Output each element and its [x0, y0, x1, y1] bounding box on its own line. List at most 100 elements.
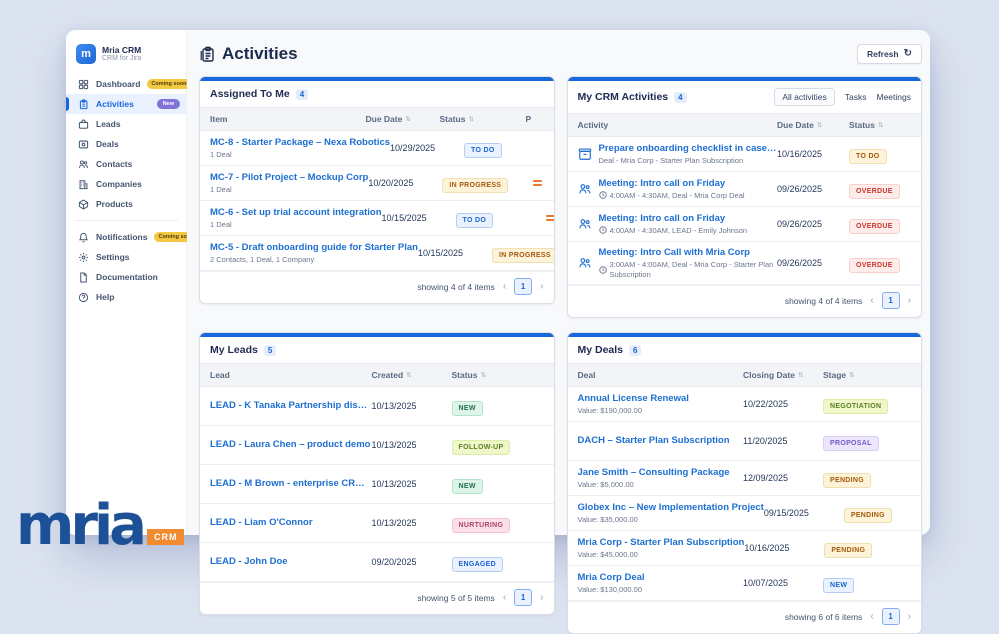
created-date: 10/13/2025	[372, 401, 452, 411]
activity-link[interactable]: Meeting: Intro Call with Mria Corp	[599, 247, 778, 259]
closing-date: 10/16/2025	[744, 543, 824, 553]
column-stage[interactable]: Stage⇅	[823, 370, 911, 380]
stage-badge: PENDING	[823, 473, 871, 488]
gear-icon	[78, 252, 89, 263]
sidebar-item-label: Deals	[96, 139, 119, 149]
deal-link[interactable]: DACH – Starter Plan Subscription	[578, 435, 744, 447]
panel-footer: showing 4 of 4 items ‹ 1 ›	[200, 271, 554, 303]
closing-date: 12/09/2025	[743, 473, 823, 483]
coming-soon-badge: Coming soon	[147, 79, 190, 89]
panel-title: My CRM Activities	[578, 91, 669, 103]
prev-page-icon[interactable]: ‹	[503, 593, 506, 603]
sidebar-item-help[interactable]: Help	[66, 287, 186, 307]
column-status[interactable]: Status⇅	[440, 114, 526, 124]
panel-count-badge: 4	[674, 92, 686, 103]
lead-link[interactable]: LEAD - M Brown - enterprise CRM migratio…	[210, 478, 372, 490]
prev-page-icon[interactable]: ‹	[870, 612, 873, 622]
next-page-icon[interactable]: ›	[908, 296, 911, 306]
column-created[interactable]: Created⇅	[372, 370, 452, 380]
tab-meetings[interactable]: Meetings	[877, 92, 912, 102]
sort-icon: ⇅	[405, 115, 410, 123]
sidebar-item-documentation[interactable]: Documentation	[66, 267, 186, 287]
table-row: LEAD - M Brown - enterprise CRM migratio…	[200, 465, 554, 504]
column-due-date[interactable]: Due Date⇅	[366, 114, 440, 124]
column-due-date[interactable]: Due Date⇅	[777, 120, 849, 130]
next-page-icon[interactable]: ›	[540, 282, 543, 292]
item-link[interactable]: MC-5 - Draft onboarding guide for Starte…	[210, 242, 418, 254]
lead-link[interactable]: LEAD - Laura Chen – product demo	[210, 439, 372, 451]
panel-assigned-to-me: Assigned To Me 4 Item Due Date⇅ Status⇅ …	[199, 76, 555, 304]
next-page-icon[interactable]: ›	[540, 593, 543, 603]
lead-link[interactable]: LEAD - K Tanaka Partnership discussion	[210, 400, 372, 412]
table-header: Activity Due Date⇅ Status⇅	[568, 113, 922, 137]
table-row: Prepare onboarding checklist in case of …	[568, 137, 922, 172]
tab-tasks[interactable]: Tasks	[845, 92, 867, 102]
sidebar-item-products[interactable]: Products	[66, 194, 186, 214]
activity-link[interactable]: Meeting: Intro call on Friday	[599, 213, 748, 225]
sidebar-item-activities[interactable]: Activities New	[66, 94, 186, 114]
closing-date: 10/07/2025	[743, 578, 823, 588]
table-row: Mria Corp DealValue: $130,000.00 10/07/2…	[568, 566, 922, 601]
next-page-icon[interactable]: ›	[908, 612, 911, 622]
new-badge: New	[157, 99, 180, 109]
sidebar-item-contacts[interactable]: Contacts	[66, 154, 186, 174]
panel-footer: showing 6 of 6 items ‹ 1 ›	[568, 601, 922, 633]
page-number-button[interactable]: 1	[514, 589, 532, 606]
deal-link[interactable]: Mria Corp - Starter Plan Subscription	[578, 537, 745, 549]
panel-count-badge: 5	[264, 345, 276, 356]
table-header: Item Due Date⇅ Status⇅ P	[200, 107, 554, 131]
table-row: Jane Smith – Consulting PackageValue: $5…	[568, 461, 922, 496]
column-closing-date[interactable]: Closing Date⇅	[743, 370, 823, 380]
refresh-button[interactable]: Refresh ↻	[857, 44, 922, 64]
column-status[interactable]: Status⇅	[452, 370, 544, 380]
status-badge: NURTURING	[452, 518, 511, 533]
prev-page-icon[interactable]: ‹	[503, 282, 506, 292]
deal-link[interactable]: Jane Smith – Consulting Package	[578, 467, 744, 479]
tab-all-activities[interactable]: All activities	[774, 88, 834, 106]
prev-page-icon[interactable]: ‹	[870, 296, 873, 306]
refresh-button-label: Refresh	[867, 49, 899, 59]
deal-link[interactable]: Mria Corp Deal	[578, 572, 744, 584]
stage-badge: PROPOSAL	[823, 436, 879, 451]
status-badge: OVERDUE	[849, 184, 900, 199]
sidebar-item-deals[interactable]: Deals	[66, 134, 186, 154]
sidebar-item-settings[interactable]: Settings	[66, 247, 186, 267]
table-row: DACH – Starter Plan Subscription 11/20/2…	[568, 422, 922, 461]
sidebar-item-dashboard[interactable]: Dashboard Coming soon	[66, 74, 186, 94]
meeting-icon	[578, 256, 592, 270]
sidebar-item-companies[interactable]: Companies	[66, 174, 186, 194]
panel-my-leads: My Leads 5 Lead Created⇅ Status⇅ LEAD - …	[199, 332, 555, 615]
column-status[interactable]: Status⇅	[849, 120, 911, 130]
item-link[interactable]: MC-8 - Starter Package – Nexa Robotics	[210, 137, 390, 149]
due-date: 10/15/2025	[382, 213, 456, 223]
created-date: 09/20/2025	[372, 557, 452, 567]
lead-link[interactable]: LEAD - John Doe	[210, 556, 372, 568]
sidebar-item-notifications[interactable]: Notifications Coming soon	[66, 227, 186, 247]
refresh-icon: ↻	[904, 49, 912, 59]
deal-link[interactable]: Globex Inc – New Implementation Project	[578, 502, 764, 514]
activity-link[interactable]: Prepare onboarding checklist in case of …	[599, 143, 778, 155]
status-badge: OVERDUE	[849, 219, 900, 234]
due-date: 10/15/2025	[418, 248, 492, 258]
due-date: 09/26/2025	[777, 184, 849, 194]
deal-link[interactable]: Annual License Renewal	[578, 393, 744, 405]
priority-medium-icon	[546, 215, 554, 221]
sidebar-item-leads[interactable]: Leads	[66, 114, 186, 134]
item-link[interactable]: MC-7 - Pilot Project – Mockup Corp	[210, 172, 368, 184]
activities-icon	[78, 99, 89, 110]
page-number-button[interactable]: 1	[514, 278, 532, 295]
item-link[interactable]: MC-6 - Set up trial account integration	[210, 207, 382, 219]
status-badge: ENGAGED	[452, 557, 504, 572]
page-number-button[interactable]: 1	[882, 292, 900, 309]
sort-icon: ⇅	[406, 371, 411, 379]
sidebar-item-label: Companies	[96, 179, 142, 189]
sidebar-item-label: Activities	[96, 99, 134, 109]
meeting-icon	[578, 182, 592, 196]
activity-link[interactable]: Meeting: Intro call on Friday	[599, 178, 745, 190]
deal-value: Value: $190,000.00	[578, 406, 744, 416]
closing-date: 11/20/2025	[743, 436, 823, 446]
lead-link[interactable]: LEAD - Liam O'Connor	[210, 517, 372, 529]
stage-badge: PENDING	[844, 508, 892, 523]
leads-icon	[78, 119, 89, 130]
page-number-button[interactable]: 1	[882, 608, 900, 625]
